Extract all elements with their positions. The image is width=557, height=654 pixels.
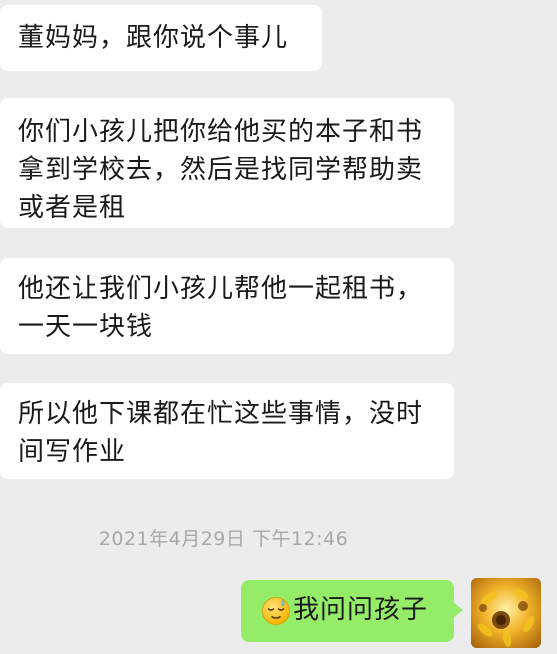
message-bubble-incoming[interactable]: 你们小孩儿把你给他买的本子和书 拿到学校去，然后是找同学帮助卖 或者是租 bbox=[0, 98, 454, 228]
sleepy-face-icon bbox=[261, 596, 291, 626]
sunflower-avatar[interactable] bbox=[471, 578, 541, 648]
chat-timestamp: 2021年4月29日 下午12:46 bbox=[98, 528, 349, 550]
message-text: 所以他下课都在忙这些事情，没时 间写作业 bbox=[18, 399, 424, 467]
message-text: 你们小孩儿把你给他买的本子和书 拿到学校去，然后是找同学帮助卖 或者是租 bbox=[18, 117, 424, 223]
message-text: 他还让我们小孩儿帮他一起租书， 一天一块钱 bbox=[18, 274, 424, 342]
message-bubble-incoming[interactable]: 董妈妈，跟你说个事儿 bbox=[0, 5, 322, 71]
message-bubble-incoming[interactable]: 他还让我们小孩儿帮他一起租书， 一天一块钱 bbox=[0, 258, 454, 354]
message-text: 我问问孩子 bbox=[293, 595, 429, 625]
message-text: 董妈妈，跟你说个事儿 bbox=[18, 23, 289, 53]
message-bubble-incoming[interactable]: 所以他下课都在忙这些事情，没时 间写作业 bbox=[0, 383, 454, 479]
message-bubble-outgoing[interactable]: 我问问孩子 bbox=[241, 580, 463, 642]
